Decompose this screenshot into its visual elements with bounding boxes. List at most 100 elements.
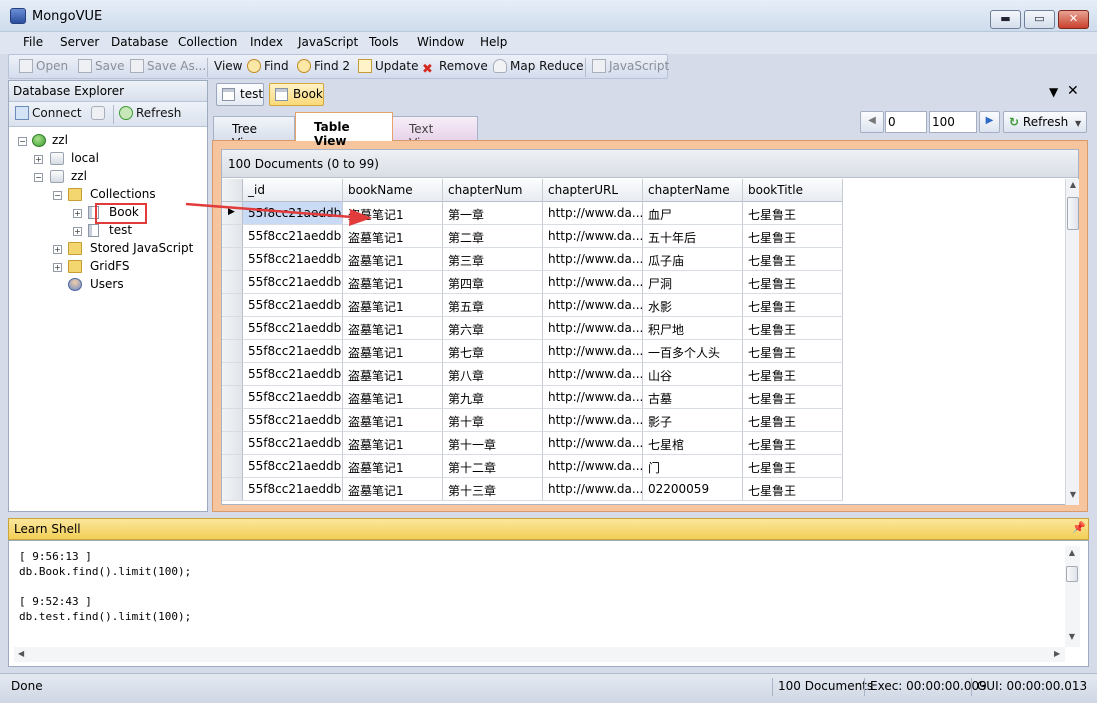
collapse-toggle[interactable]: − [18,137,27,146]
table-cell[interactable]: 瓜子庙 [643,248,743,271]
learn-shell-output[interactable]: [ 9:56:13 ] db.Book.find().limit(100); [… [8,540,1089,667]
map-reduce-button[interactable]: Map Reduce [493,59,584,73]
table-cell[interactable]: 55f8cc21aeddb... [243,386,343,409]
connect-button[interactable]: Connect [15,106,82,120]
collapse-toggle[interactable]: − [34,173,43,182]
table-cell[interactable]: 盗墓笔记1 [343,225,443,248]
expand-toggle[interactable]: + [73,209,82,218]
table-cell[interactable]: 第二章 [443,225,543,248]
close-button[interactable]: ✕ [1058,10,1089,29]
scroll-thumb[interactable] [1067,197,1079,230]
table-cell[interactable]: 影子 [643,409,743,432]
pin-icon[interactable]: 📌 [1072,521,1086,534]
table-cell[interactable]: 第八章 [443,363,543,386]
menu-server[interactable]: Server [60,35,99,49]
table-cell[interactable]: http://www.da... [543,271,643,294]
table-cell[interactable]: 第三章 [443,248,543,271]
menu-javascript[interactable]: JavaScript [298,35,358,49]
table-cell[interactable]: 七星鲁王 [743,317,843,340]
table-cell[interactable]: 门 [643,455,743,478]
menu-tools[interactable]: Tools [369,35,399,49]
shell-horizontal-scrollbar[interactable]: ◀ ▶ [14,647,1065,662]
table-cell[interactable]: 55f8cc21aeddb... [243,340,343,363]
table-cell[interactable]: 七星鲁王 [743,225,843,248]
table-cell[interactable]: 55f8cc21aeddb... [243,225,343,248]
row-header[interactable] [222,478,243,501]
table-cell[interactable]: http://www.da... [543,409,643,432]
tab-text-view[interactable]: Text View [390,116,478,150]
table-cell[interactable]: 七星鲁王 [743,248,843,271]
column-header-bookname[interactable]: bookName [343,179,443,202]
row-header[interactable] [222,317,243,340]
table-cell[interactable]: 第七章 [443,340,543,363]
table-cell[interactable]: 盗墓笔记1 [343,340,443,363]
open-button[interactable]: Open [19,59,68,73]
remove-button[interactable]: ✖ Remove [422,59,488,77]
row-header[interactable] [222,409,243,432]
table-cell[interactable]: http://www.da... [543,317,643,340]
table-cell[interactable]: http://www.da... [543,386,643,409]
table-cell[interactable]: 尸洞 [643,271,743,294]
close-tab-icon[interactable]: ✕ [1067,83,1079,99]
scroll-down-icon[interactable]: ▼ [1067,490,1079,499]
table-cell[interactable]: http://www.da... [543,248,643,271]
table-cell[interactable]: 55f8cc21aeddb... [243,432,343,455]
table-cell[interactable]: 55f8cc21aeddb... [243,455,343,478]
table-cell[interactable]: 七星鲁王 [743,202,843,225]
grid-corner-header[interactable] [222,179,243,202]
row-header[interactable] [222,386,243,409]
scroll-down-icon[interactable]: ▼ [1066,632,1078,641]
table-cell[interactable]: 第五章 [443,294,543,317]
table-cell[interactable]: 山谷 [643,363,743,386]
row-header[interactable] [222,340,243,363]
table-cell[interactable]: 盗墓笔记1 [343,386,443,409]
table-cell[interactable]: 55f8cc21aeddb... [243,202,343,225]
table-cell[interactable]: 盗墓笔记1 [343,271,443,294]
tree-db-zzl[interactable]: zzl [71,169,87,183]
table-cell[interactable]: 古墓 [643,386,743,409]
table-cell[interactable]: 55f8cc21aeddb... [243,271,343,294]
expand-toggle[interactable]: + [34,155,43,164]
table-cell[interactable]: 五十年后 [643,225,743,248]
table-cell[interactable]: 积尸地 [643,317,743,340]
expand-toggle[interactable]: + [53,263,62,272]
row-header[interactable] [222,432,243,455]
tree-server-zzl[interactable]: zzl [52,133,68,147]
tree-db-local[interactable]: local [71,151,99,165]
table-cell[interactable]: 一百多个人头 [643,340,743,363]
table-cell[interactable]: 盗墓笔记1 [343,478,443,501]
scroll-up-icon[interactable]: ▲ [1066,548,1078,557]
pager-refresh-button[interactable]: ↻ Refresh ▼ [1003,111,1087,133]
table-cell[interactable]: 七星鲁王 [743,478,843,501]
tree-stored-javascript[interactable]: Stored JavaScript [90,241,193,255]
table-cell[interactable]: 盗墓笔记1 [343,202,443,225]
tree-collections[interactable]: Collections [90,187,156,201]
grid-vertical-scrollbar[interactable]: ▲ ▼ [1065,179,1079,505]
save-button[interactable]: Save [78,59,124,73]
table-cell[interactable]: 第六章 [443,317,543,340]
table-cell[interactable]: 55f8cc21aeddb... [243,409,343,432]
table-cell[interactable]: 七星鲁王 [743,409,843,432]
menu-help[interactable]: Help [480,35,507,49]
table-cell[interactable]: 55f8cc21aeddb... [243,294,343,317]
table-cell[interactable]: 55f8cc21aeddb... [243,478,343,501]
limit-input[interactable]: 100 [929,111,977,133]
tab-test[interactable]: test [216,83,264,106]
table-cell[interactable]: http://www.da... [543,340,643,363]
tree-collection-test[interactable]: test [109,223,132,237]
table-cell[interactable]: 第四章 [443,271,543,294]
disconnect-button[interactable] [91,106,108,120]
row-header[interactable] [222,455,243,478]
column-header-chapterurl[interactable]: chapterURL [543,179,643,202]
find2-button[interactable]: Find 2 [297,59,350,73]
scroll-up-icon[interactable]: ▲ [1067,180,1079,189]
table-cell[interactable]: 55f8cc21aeddb... [243,248,343,271]
column-header-chaptername[interactable]: chapterName [643,179,743,202]
table-cell[interactable]: 盗墓笔记1 [343,363,443,386]
update-button[interactable]: Update [358,59,418,73]
column-header-id[interactable]: _id [243,179,343,202]
row-header[interactable]: ▶ [222,202,243,225]
row-header[interactable] [222,363,243,386]
table-cell[interactable]: 七星棺 [643,432,743,455]
table-cell[interactable]: http://www.da... [543,225,643,248]
